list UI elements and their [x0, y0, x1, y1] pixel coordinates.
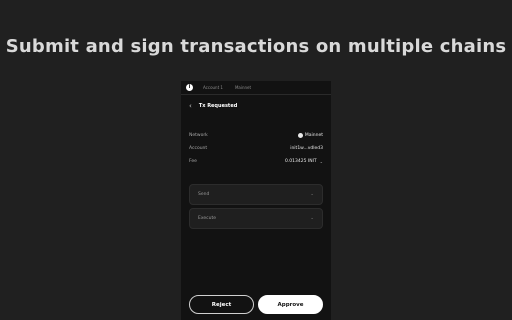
chevron-down-icon: ⌄	[310, 216, 314, 221]
fee-row: Fee 0.013425 INIT ⌄	[189, 155, 323, 168]
account-selector[interactable]: Account 1	[203, 85, 223, 90]
account-row: Account init1w...vdled3	[189, 142, 323, 155]
account-value: init1w...vdled3	[290, 146, 323, 151]
title-bar: ‹ Tx Requested	[181, 97, 331, 115]
execute-section-label: Execute	[198, 216, 216, 221]
fee-label: Fee	[189, 159, 197, 164]
execute-section[interactable]: Execute ⌄	[189, 208, 323, 229]
network-value-text: Mainnet	[304, 133, 323, 138]
chevron-down-icon: ⌄	[310, 192, 314, 197]
wallet-logo-icon[interactable]: i	[186, 84, 193, 91]
fee-selector[interactable]: 0.013425 INIT ⌄	[285, 159, 323, 164]
approve-button[interactable]: Approve	[258, 295, 323, 314]
page-title: Tx Requested	[198, 103, 238, 109]
fee-value: 0.013425 INIT	[284, 159, 317, 164]
action-buttons: Reject Approve	[189, 295, 323, 314]
network-label: Network	[189, 133, 208, 138]
network-selector[interactable]: Mainnet	[235, 85, 251, 90]
account-label: Account	[189, 146, 208, 151]
send-section[interactable]: Send ⌄	[189, 184, 323, 205]
back-chevron-icon[interactable]: ‹	[189, 102, 192, 110]
tx-details: Network Mainnet Account init1w...vdled3 …	[181, 129, 331, 168]
network-icon	[297, 133, 303, 138]
reject-button[interactable]: Reject	[189, 295, 254, 314]
send-section-label: Send	[198, 192, 210, 197]
page-headline: Submit and sign transactions on multiple…	[5, 36, 507, 57]
chevron-down-icon: ⌄	[319, 159, 323, 164]
wallet-topbar: i Account 1 Mainnet	[181, 81, 331, 95]
network-row: Network Mainnet	[189, 129, 323, 142]
wallet-panel: i Account 1 Mainnet ‹ Tx Requested Netwo…	[181, 81, 331, 320]
network-value: Mainnet	[297, 133, 323, 138]
